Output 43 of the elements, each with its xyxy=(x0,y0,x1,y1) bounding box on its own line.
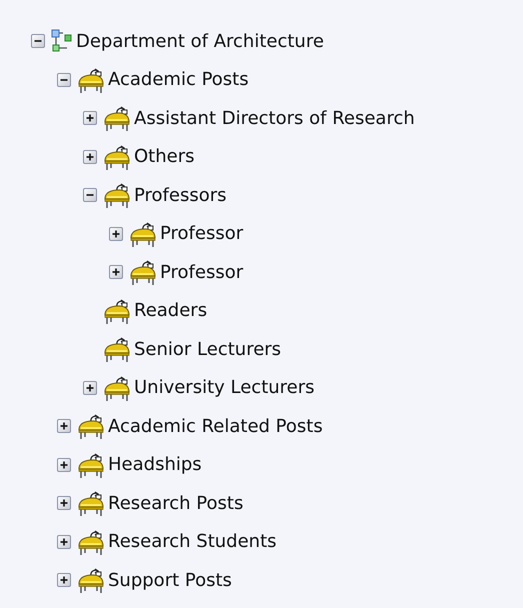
tree-item[interactable]: Academic Related Posts xyxy=(108,416,323,437)
expand-icon[interactable] xyxy=(83,380,97,395)
tree-item[interactable]: Readers xyxy=(134,300,208,322)
desk-icon xyxy=(77,528,105,555)
expand-icon[interactable] xyxy=(83,150,97,164)
tree-item[interactable]: Professors xyxy=(134,184,227,206)
expand-icon[interactable] xyxy=(109,226,123,241)
desk-icon xyxy=(77,567,105,594)
tree-item[interactable]: Headships xyxy=(108,454,202,476)
expand-icon[interactable] xyxy=(109,265,123,280)
tree-item[interactable]: Support Posts xyxy=(108,570,232,591)
collapse-icon[interactable] xyxy=(83,188,97,202)
expand-icon[interactable] xyxy=(83,111,97,126)
hierarchy-icon xyxy=(51,29,73,54)
expand-icon[interactable] xyxy=(57,534,71,549)
tree-item[interactable]: Department of Architecture xyxy=(76,30,324,52)
desk-icon xyxy=(103,298,131,324)
tree-item[interactable]: University Lecturers xyxy=(134,377,315,398)
desk-icon xyxy=(77,452,105,478)
tree-item[interactable]: Academic Posts xyxy=(108,69,249,90)
desk-icon xyxy=(103,374,131,401)
tree-item[interactable]: Professor xyxy=(160,262,244,283)
tree-item[interactable]: Senior Lecturers xyxy=(134,338,282,360)
desk-icon xyxy=(129,259,157,286)
expand-icon[interactable] xyxy=(57,496,71,510)
tree-item[interactable]: Research Posts xyxy=(108,492,244,514)
tree-item[interactable]: Research Students xyxy=(108,531,277,552)
collapse-icon[interactable] xyxy=(57,72,71,87)
tree-item[interactable]: Professor xyxy=(160,223,244,244)
desk-icon xyxy=(103,144,131,170)
desk-icon xyxy=(129,220,157,247)
desk-icon xyxy=(77,490,105,516)
expand-icon[interactable] xyxy=(57,573,71,588)
tree-item[interactable]: Assistant Directors of Research xyxy=(134,108,415,129)
expand-icon[interactable] xyxy=(57,458,71,472)
desk-icon xyxy=(77,66,105,93)
tree-item[interactable]: Others xyxy=(134,146,194,168)
desk-icon xyxy=(77,413,105,440)
desk-icon xyxy=(103,182,131,208)
expand-icon[interactable] xyxy=(57,419,71,434)
desk-icon xyxy=(103,105,131,132)
desk-icon xyxy=(103,336,131,362)
collapse-icon[interactable] xyxy=(31,34,45,48)
